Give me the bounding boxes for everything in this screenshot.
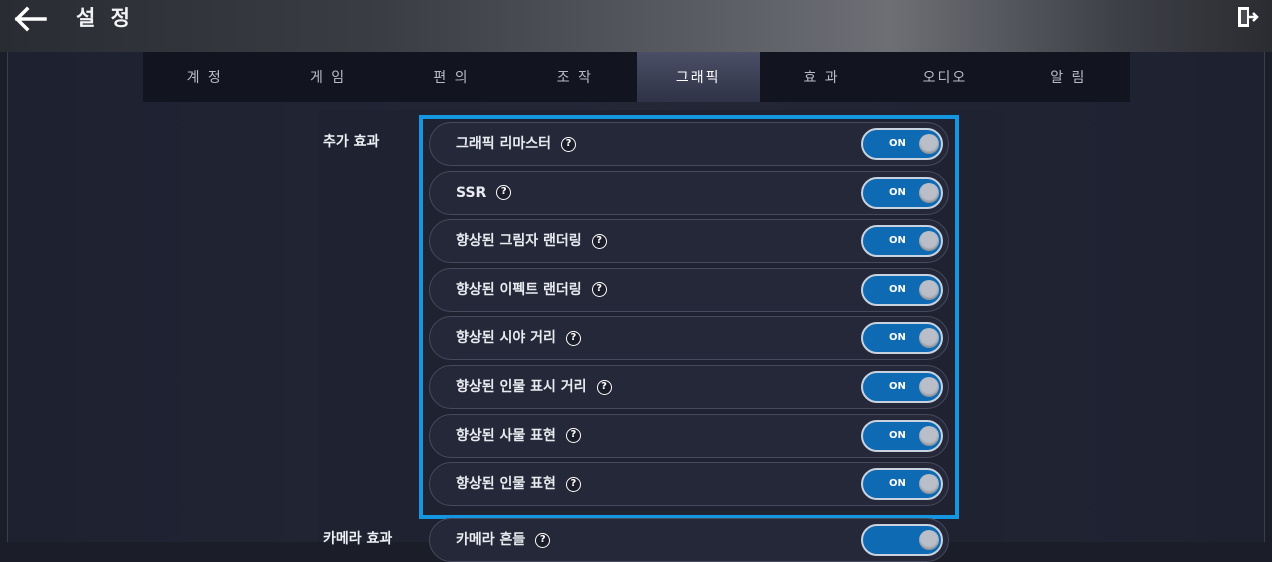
help-icon[interactable]: ?: [565, 330, 581, 346]
setting-label-text: 향상된 이펙트 랜더링: [456, 281, 582, 298]
top-bar: 설 정: [0, 0, 1272, 52]
exit-button[interactable]: [1232, 2, 1262, 32]
setting-label-text: 향상된 인물 표시 거리: [456, 379, 587, 395]
tab-convenience[interactable]: 편 의: [390, 52, 513, 102]
toggle-knob: [919, 474, 939, 495]
toggle-state: ON: [889, 138, 906, 149]
setting-label-text: 향상된 시야 거리: [456, 330, 556, 347]
exit-door-icon: [1238, 7, 1259, 27]
setting-row: 그래픽 리마스터? ON: [429, 122, 949, 166]
setting-label: SSR?: [456, 172, 512, 214]
section-label: 추가 효과: [323, 134, 380, 150]
setting-label: 향상된 시야 거리?: [456, 317, 581, 359]
setting-row: 향상된 그림자 랜더링? ON: [429, 219, 949, 264]
next-section-label: 카메라 효과: [323, 531, 393, 547]
help-icon[interactable]: ?: [565, 428, 581, 444]
toggle-knob: [919, 279, 939, 300]
setting-row: SSR? ON: [429, 170, 949, 215]
toggle-switch[interactable]: ON: [861, 176, 943, 209]
toggle-state: ON: [889, 478, 906, 490]
toggle-state: ON: [889, 186, 906, 198]
setting-label: 향상된 인물 표현?: [456, 463, 581, 505]
setting-label-text: 향상된 인물 표현: [456, 476, 556, 493]
help-icon[interactable]: ?: [535, 532, 551, 548]
toggle-switch[interactable]: ON: [861, 128, 943, 160]
toggle-switch[interactable]: ON: [861, 468, 943, 501]
toggle-knob: [919, 377, 939, 397]
toggle-switch[interactable]: ON: [861, 322, 943, 355]
settings-tabs: 계 정 게 임 편 의 조 작 그래픽 효 과 오디오 알 림: [143, 52, 1130, 102]
setting-row: 향상된 사물 표현? ON: [429, 413, 949, 458]
setting-row: 향상된 시야 거리? ON: [429, 316, 949, 361]
toggle-state: ON: [889, 429, 906, 441]
toggle-knob: [919, 231, 939, 252]
setting-label-text: SSR: [456, 184, 487, 201]
help-icon[interactable]: ?: [596, 379, 612, 395]
tab-audio[interactable]: 오디오: [883, 52, 1006, 102]
help-icon[interactable]: ?: [561, 136, 577, 152]
setting-label: 향상된 이펙트 랜더링?: [456, 269, 607, 311]
tab-notifications[interactable]: 알 림: [1007, 52, 1130, 102]
setting-row-partial: 카메라 흔들 ?: [429, 518, 949, 562]
toggle-switch[interactable]: ON: [861, 225, 943, 258]
setting-label: 카메라 흔들 ?: [456, 519, 551, 561]
setting-row: 향상된 인물 표시 거리? ON: [429, 365, 949, 409]
page-title: 설 정: [76, 6, 134, 30]
toggle-state: ON: [889, 283, 906, 295]
toggle-switch[interactable]: [861, 524, 943, 556]
setting-label-text: 카메라 흔들: [456, 532, 526, 548]
tab-game[interactable]: 게 임: [266, 52, 389, 102]
toggle-knob: [919, 134, 939, 154]
setting-label-text: 향상된 그림자 랜더링: [456, 233, 582, 250]
help-icon[interactable]: ?: [591, 282, 607, 298]
help-icon[interactable]: ?: [565, 476, 581, 492]
tab-account[interactable]: 계 정: [143, 52, 266, 102]
help-icon[interactable]: ?: [496, 185, 512, 201]
toggle-switch[interactable]: ON: [861, 419, 943, 452]
tab-graphics[interactable]: 그래픽: [636, 52, 760, 102]
toggle-knob: [919, 328, 939, 349]
toggle-knob: [919, 425, 939, 446]
toggle-knob: [919, 530, 939, 550]
toggle-switch[interactable]: ON: [861, 371, 943, 403]
setting-label-text: 그래픽 리마스터: [456, 136, 552, 152]
arrow-left-icon: [14, 6, 47, 32]
setting-label: 그래픽 리마스터?: [456, 123, 577, 165]
toggle-switch[interactable]: ON: [861, 273, 943, 306]
setting-label-text: 향상된 사물 표현: [456, 427, 556, 444]
setting-label: 향상된 그림자 랜더링?: [456, 220, 607, 262]
tab-controls[interactable]: 조 작: [513, 52, 636, 102]
back-button[interactable]: [10, 4, 50, 34]
toggle-knob: [919, 182, 939, 203]
setting-row: 향상된 이펙트 랜더링? ON: [429, 267, 949, 312]
toggle-state: ON: [889, 235, 906, 247]
setting-label: 향상된 사물 표현?: [456, 415, 581, 457]
toggle-state: ON: [889, 381, 906, 392]
tab-effects[interactable]: 효 과: [760, 52, 883, 102]
setting-label: 향상된 인물 표시 거리?: [456, 366, 612, 408]
toggle-state: ON: [889, 332, 906, 344]
setting-row: 향상된 인물 표현? ON: [429, 462, 949, 507]
help-icon[interactable]: ?: [591, 233, 607, 249]
